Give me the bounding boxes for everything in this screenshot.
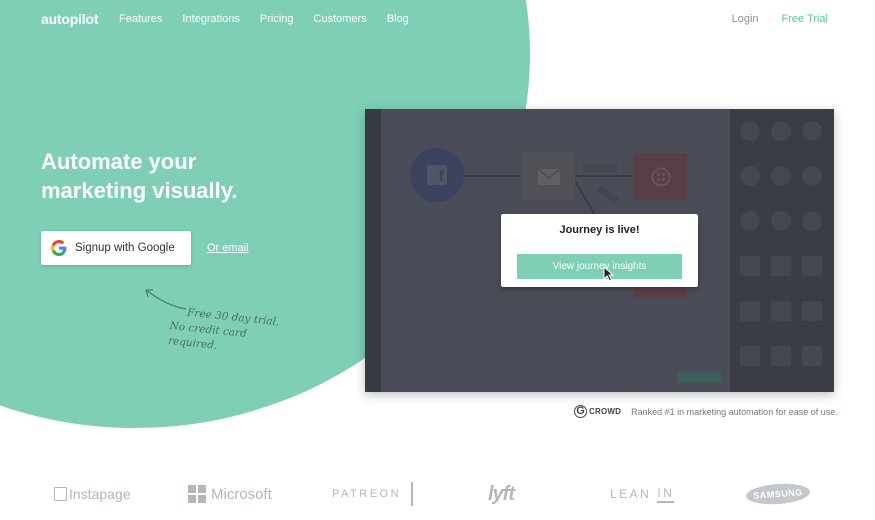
view-journey-insights-button[interactable]: View journey insights bbox=[517, 254, 682, 279]
app-action-button bbox=[677, 371, 721, 383]
samsung-wordmark: SAMSUNG bbox=[745, 481, 811, 507]
login-link[interactable]: Login bbox=[732, 13, 759, 25]
lean-wordmark: LEAN bbox=[610, 487, 652, 501]
free-trial-link[interactable]: Free Trial bbox=[782, 13, 828, 25]
microsoft-logo: Microsoft bbox=[188, 478, 272, 510]
patreon-wordmark: PATREON bbox=[332, 488, 402, 500]
lyft-wordmark: lyft bbox=[488, 482, 515, 505]
journey-node-bottom bbox=[634, 287, 687, 297]
in-wordmark: IN bbox=[657, 486, 675, 503]
nav-link-pricing[interactable]: Pricing bbox=[260, 13, 294, 25]
google-icon bbox=[51, 240, 67, 256]
or-email-link[interactable]: Or email bbox=[207, 242, 249, 254]
nav-link-customers[interactable]: Customers bbox=[314, 13, 367, 25]
g2-crowd-badge: G CROWD Ranked #1 in marketing automatio… bbox=[574, 405, 838, 418]
nav-actions: Login Free Trial bbox=[732, 13, 828, 25]
g2-crowd-logo: G CROWD bbox=[574, 405, 621, 418]
sms-node bbox=[634, 153, 687, 200]
patreon-logo: PATREON bbox=[332, 478, 414, 510]
lyft-logo: lyft bbox=[488, 478, 515, 510]
twilio-icon bbox=[651, 167, 670, 186]
lean-in-logo: LEAN IN bbox=[610, 478, 675, 510]
g2-logo-text: CROWD bbox=[589, 407, 622, 416]
customer-logos: Instapage Microsoft PATREON lyft LEAN IN… bbox=[0, 478, 875, 512]
hero-headline: Automate your marketing visually. bbox=[41, 149, 238, 203]
samsung-logo: SAMSUNG bbox=[745, 478, 811, 510]
instapage-icon bbox=[54, 487, 67, 501]
facebook-node: f bbox=[410, 148, 464, 202]
email-node bbox=[522, 153, 575, 200]
modal-title: Journey is live! bbox=[559, 224, 640, 236]
g2-ranking-text: Ranked #1 in marketing automation for ea… bbox=[631, 406, 838, 417]
microsoft-icon bbox=[188, 485, 206, 503]
signup-google-label: Signup with Google bbox=[75, 242, 175, 254]
microsoft-wordmark: Microsoft bbox=[211, 485, 272, 503]
nav-link-blog[interactable]: Blog bbox=[387, 13, 409, 25]
top-nav: autopilot Features Integrations Pricing … bbox=[0, 0, 875, 40]
nav-link-integrations[interactable]: Integrations bbox=[182, 13, 239, 25]
instapage-wordmark: Instapage bbox=[69, 486, 131, 502]
patreon-icon bbox=[411, 482, 414, 506]
landing-page: autopilot Features Integrations Pricing … bbox=[0, 0, 875, 520]
g2-logo-mark: G bbox=[574, 405, 587, 418]
mouse-cursor-icon bbox=[603, 266, 615, 282]
facebook-icon: f bbox=[427, 165, 447, 185]
journey-live-modal: Journey is live! View journey insights bbox=[501, 214, 698, 287]
mail-icon bbox=[537, 168, 560, 185]
signup-google-button[interactable]: Signup with Google bbox=[41, 231, 191, 265]
instapage-logo: Instapage bbox=[54, 478, 131, 510]
nav-link-features[interactable]: Features bbox=[119, 13, 162, 25]
autopilot-logo[interactable]: autopilot bbox=[41, 11, 98, 27]
nav-links: Features Integrations Pricing Customers … bbox=[119, 13, 429, 25]
